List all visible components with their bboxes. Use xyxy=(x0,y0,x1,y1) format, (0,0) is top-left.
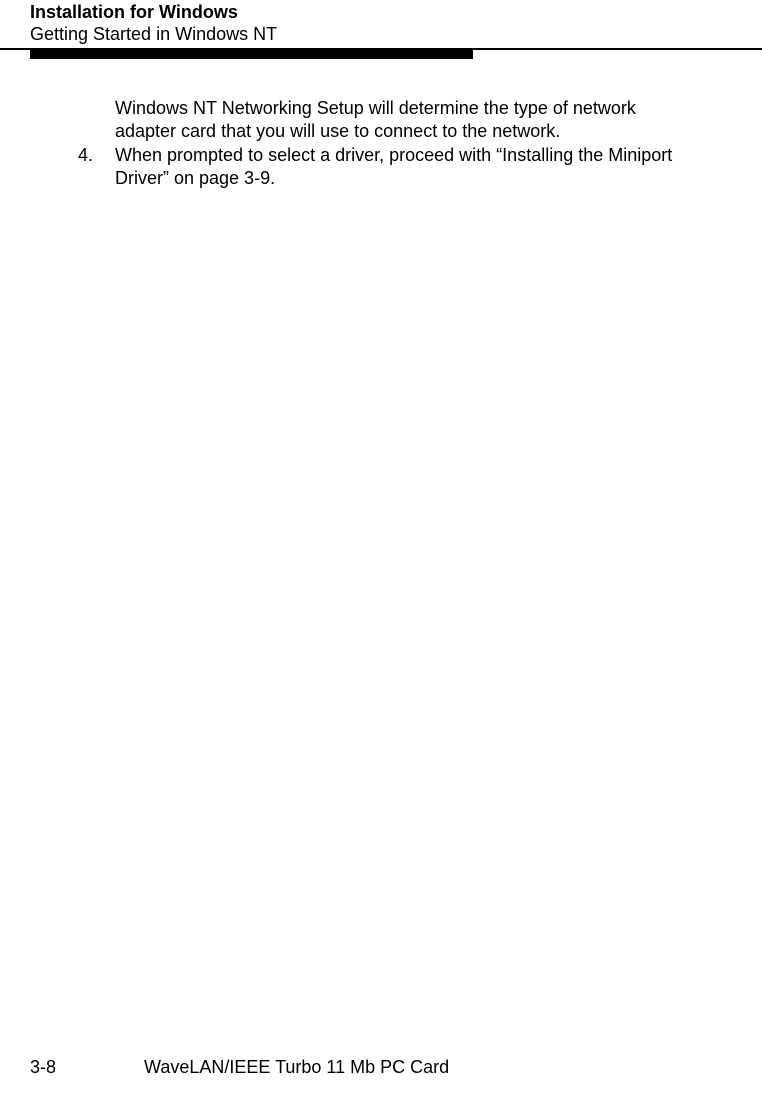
list-item-text: When prompted to select a driver, procee… xyxy=(115,144,682,189)
footer-doc-title: WaveLAN/IEEE Turbo 11 Mb PC Card xyxy=(144,1057,449,1078)
page-header: Installation for Windows Getting Started… xyxy=(0,0,762,45)
page-content: Windows NT Networking Setup will determi… xyxy=(0,59,762,189)
body-paragraph: Windows NT Networking Setup will determi… xyxy=(115,97,682,142)
list-item-number: 4. xyxy=(78,144,115,189)
numbered-list-item: 4. When prompted to select a driver, pro… xyxy=(115,144,682,189)
header-subtitle: Getting Started in Windows NT xyxy=(30,24,762,46)
page-footer: 3-8 WaveLAN/IEEE Turbo 11 Mb PC Card xyxy=(0,1057,762,1078)
page-number: 3-8 xyxy=(30,1057,56,1078)
header-accent-bar xyxy=(30,50,473,59)
header-title: Installation for Windows xyxy=(30,2,762,24)
